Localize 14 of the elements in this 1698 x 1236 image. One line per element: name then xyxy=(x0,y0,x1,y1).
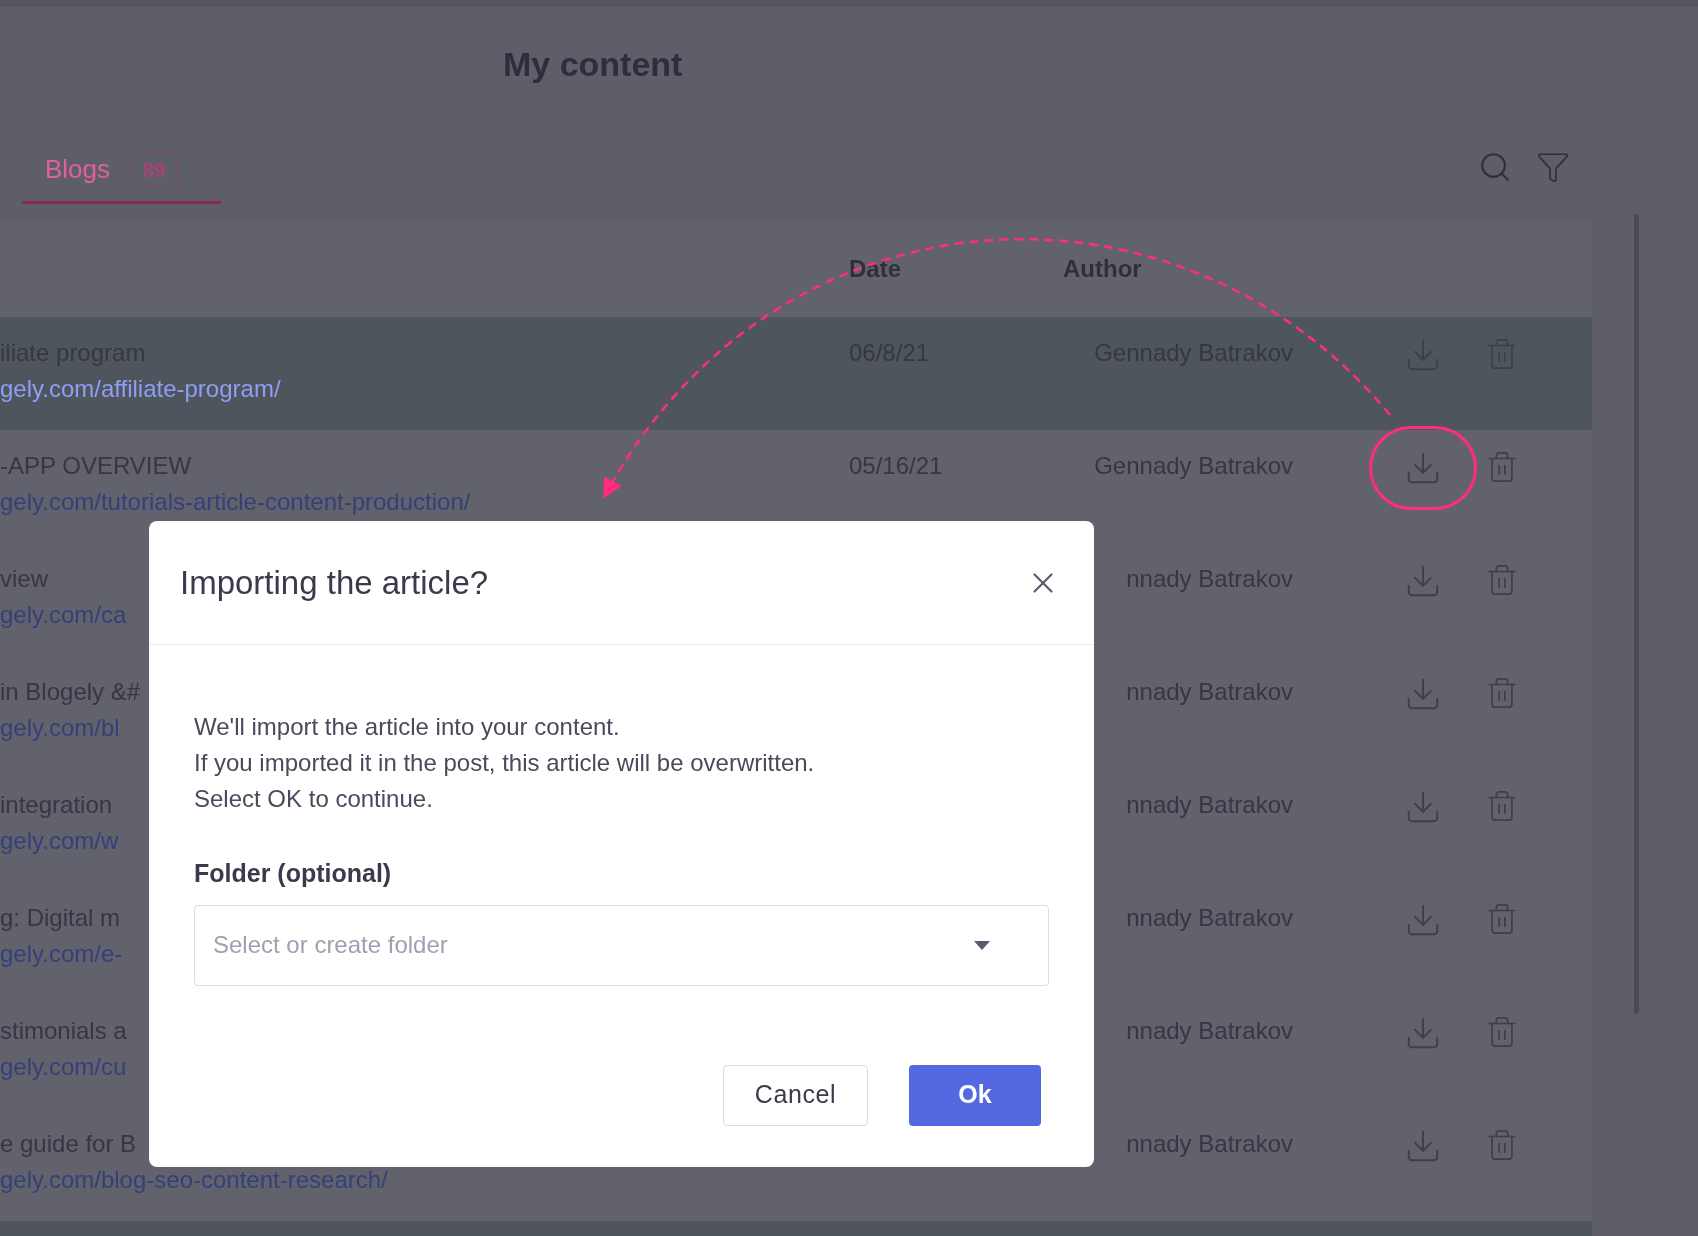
folder-label: Folder (optional) xyxy=(194,858,393,889)
caret-down-icon xyxy=(974,940,990,950)
ok-button[interactable]: Ok xyxy=(909,1064,1041,1126)
dialog-title: Importing the article? xyxy=(180,562,489,603)
cancel-button[interactable]: Cancel xyxy=(723,1064,868,1126)
search-icon[interactable] xyxy=(1478,150,1512,184)
dialog-message: We'll import the article into your content. xyxy=(194,712,621,742)
dialog-message: Select OK to continue. xyxy=(194,784,434,814)
count-badge: 89 xyxy=(130,151,179,188)
tab[interactable]: Blogs 89 xyxy=(22,138,221,204)
article-link[interactable]: gely.com/affiliate-program/ xyxy=(0,371,281,407)
dialog-message: If you imported it in the post, this article will be overwritten. xyxy=(194,748,816,778)
filter-icon[interactable] xyxy=(1536,150,1570,184)
folder-select[interactable]: Select or create folder xyxy=(194,904,1049,986)
